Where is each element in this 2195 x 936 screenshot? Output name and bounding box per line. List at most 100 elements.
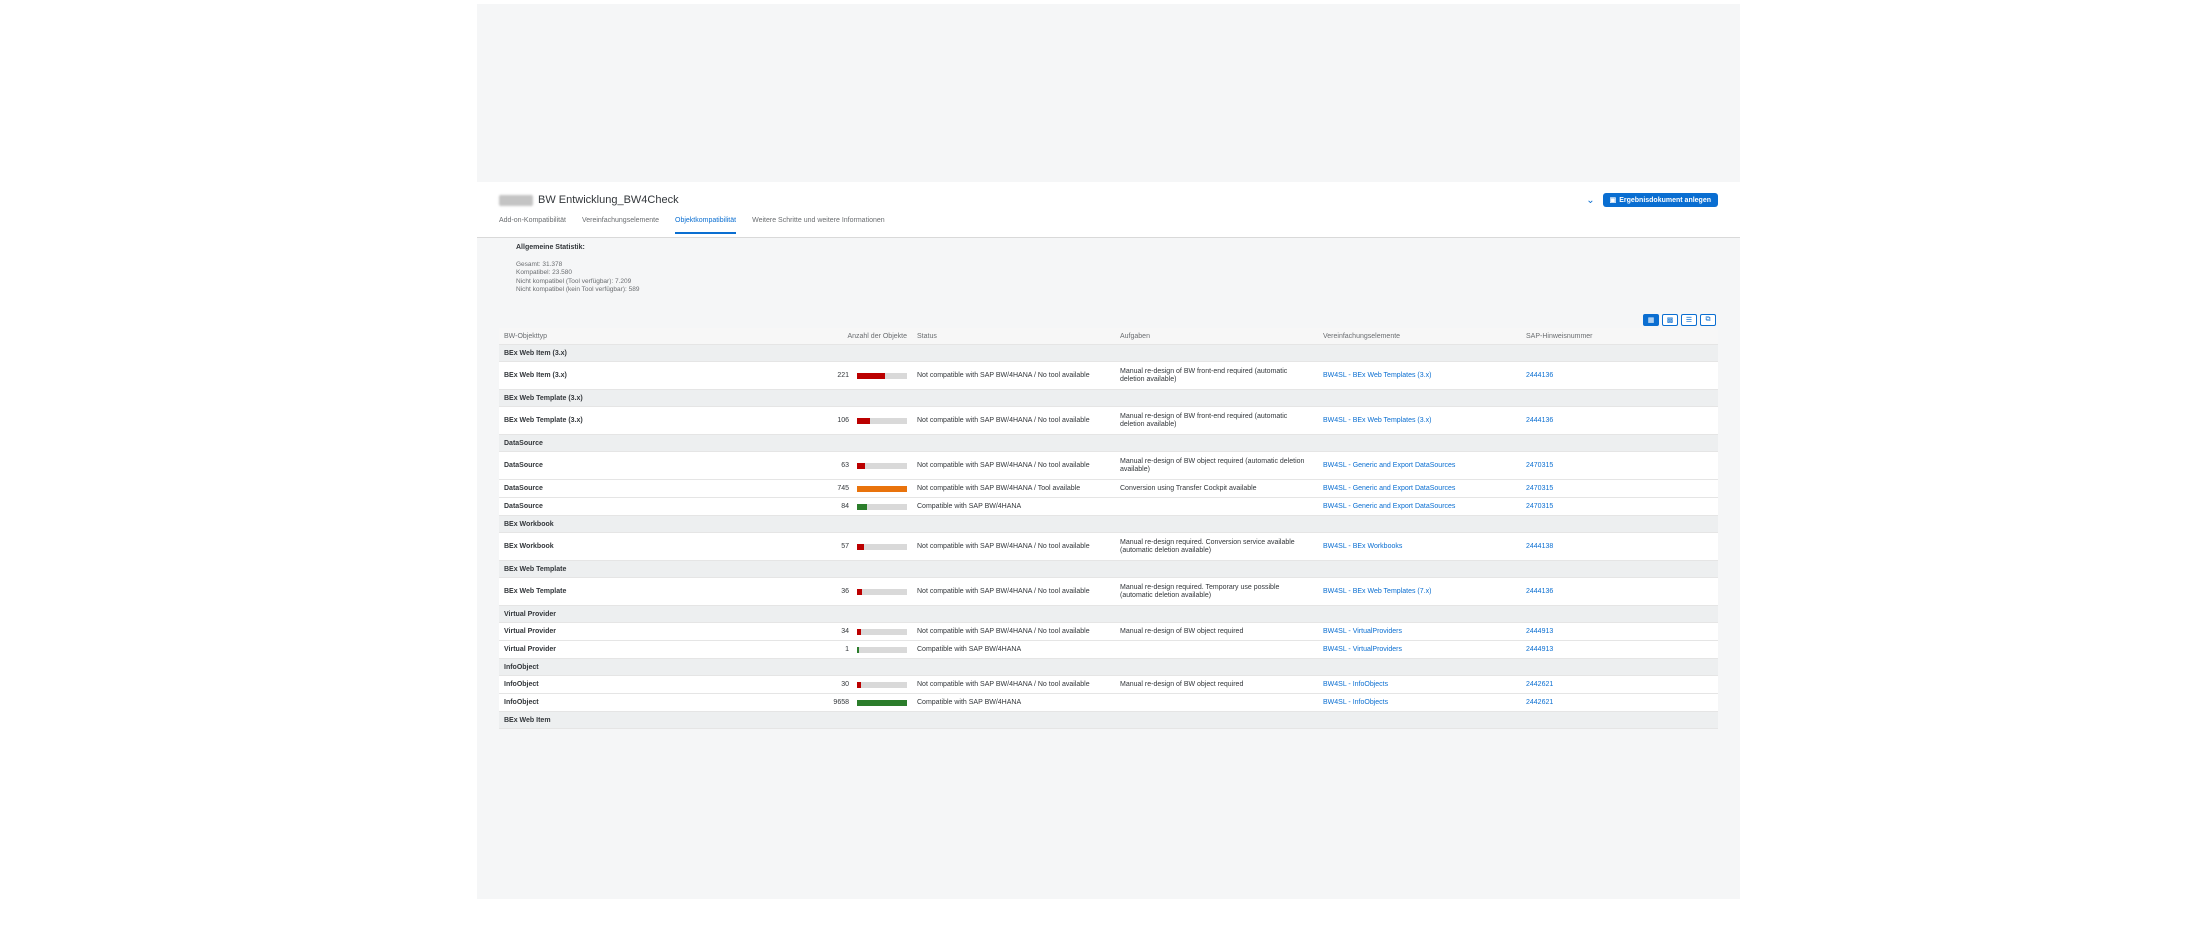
count-bar [857,628,907,635]
table-row[interactable]: DataSource 84 Compatible with SAP BW/4HANA… [499,497,1718,516]
sap-note-cell: 2470315 [1521,479,1718,498]
task-cell: Manual re-design of BW object required [1115,675,1318,694]
simplification-item-cell: BW4SL - Generic and Export DataSources [1318,479,1521,498]
object-count-cell: 1 [739,640,912,659]
group-header-row: DataSource [499,434,1718,452]
table-row[interactable]: BEx Web Template 36 Not compatible with SA… [499,577,1718,606]
status-cell: Not compatible with SAP BW/4HANA / No to… [912,577,1115,606]
tab-1[interactable]: Vereinfachungselemente [582,217,659,232]
count-bar [857,646,907,653]
column-header-sap-note[interactable]: SAP-Hinweisnummer [1521,328,1718,345]
stat-line-incompatible-no-tool: Nicht kompatibel (kein Tool verfügbar): … [516,285,640,293]
table-row[interactable]: Virtual Provider 34 Not compatible with SA… [499,622,1718,641]
sap-note-link[interactable]: 2442621 [1526,681,1553,688]
group-header-label: DataSource [499,434,1718,452]
table-row[interactable]: BEx Web Template (3.x) 106 Not compatible … [499,406,1718,435]
column-header-tasks[interactable]: Aufgaben [1115,328,1318,345]
sap-note-link[interactable]: 2444136 [1526,372,1553,379]
object-page-header: BW Entwicklung_BW4Check ⌄ ▣ Ergebnisdoku… [477,182,1740,238]
count-bar-fill [857,588,862,595]
object-type-cell: BEx Web Template (3.x) [499,406,739,435]
object-type-cell: DataSource [499,451,739,480]
status-cell: Not compatible with SAP BW/4HANA / No to… [912,406,1115,435]
simplification-item-link[interactable]: BW4SL - BEx Workbooks [1323,543,1402,550]
object-count-cell: 745 [739,479,912,498]
object-count-cell: 84 [739,497,912,516]
count-bar [857,417,907,424]
count-wrapper: 63 [744,462,907,469]
count-bar [857,699,907,706]
chart-view-icon[interactable]: ▩ [1662,314,1678,326]
count-bar-fill [857,485,907,492]
simplification-item-link[interactable]: BW4SL - VirtualProviders [1323,646,1402,653]
status-cell: Not compatible with SAP BW/4HANA / No to… [912,622,1115,641]
sap-note-cell: 2442621 [1521,693,1718,712]
simplification-item-cell: BW4SL - BEx Web Templates (3.x) [1318,406,1521,435]
sap-note-cell: 2442621 [1521,675,1718,694]
count-bar [857,485,907,492]
filter-icon[interactable]: ☰ [1681,314,1697,326]
tab-bar: Add-on-Kompatibilität Vereinfachungseleme… [499,217,885,234]
simplification-item-link[interactable]: BW4SL - BEx Web Templates (3.x) [1323,417,1431,424]
simplification-item-link[interactable]: BW4SL - Generic and Export DataSources [1323,462,1455,469]
table-row[interactable]: DataSource 745 Not compatible with SAP BW/… [499,479,1718,498]
simplification-item-link[interactable]: BW4SL - VirtualProviders [1323,628,1402,635]
status-cell: Compatible with SAP BW/4HANA [912,640,1115,659]
tab-2[interactable]: Objektkompatibilität [675,217,737,234]
simplification-item-link[interactable]: BW4SL - BEx Web Templates (7.x) [1323,588,1431,595]
column-header-status[interactable]: Status [912,328,1115,345]
sap-note-link[interactable]: 2444136 [1526,588,1553,595]
sap-note-link[interactable]: 2444136 [1526,417,1553,424]
column-header-object-type[interactable]: BW-Objekttyp [499,328,739,345]
simplification-item-cell: BW4SL - Generic and Export DataSources [1318,497,1521,516]
sap-note-link[interactable]: 2444913 [1526,646,1553,653]
object-type-cell: DataSource [499,497,739,516]
count-wrapper: 106 [744,417,907,424]
count-wrapper: 57 [744,543,907,550]
simplification-item-link[interactable]: BW4SL - InfoObjects [1323,681,1388,688]
export-icon[interactable]: ⧉ [1700,314,1716,326]
table-row[interactable]: InfoObject 9658 Compatible with SAP BW/4HA… [499,693,1718,712]
task-cell: Manual re-design of BW object required (… [1115,451,1318,480]
object-count-value: 57 [841,543,849,550]
column-header-object-count[interactable]: Anzahl der Objekte [739,328,912,345]
task-cell: Conversion using Transfer Cockpit availa… [1115,479,1318,498]
status-cell: Not compatible with SAP BW/4HANA / No to… [912,675,1115,694]
task-cell: Manual re-design of BW front-end require… [1115,406,1318,435]
tab-0[interactable]: Add-on-Kompatibilität [499,217,566,232]
task-cell: Manual re-design of BW object required [1115,622,1318,641]
count-bar-fill [857,417,870,424]
table-view-icon[interactable]: ▦ [1643,314,1659,326]
task-cell [1115,497,1318,516]
table-row[interactable]: BEx Workbook 57 Not compatible with SAP BW… [499,532,1718,561]
group-header-label: BEx Web Item [499,711,1718,729]
sap-note-link[interactable]: 2442621 [1526,699,1553,706]
object-type-cell: DataSource [499,479,739,498]
simplification-item-link[interactable]: BW4SL - BEx Web Templates (3.x) [1323,372,1431,379]
simplification-item-link[interactable]: BW4SL - Generic and Export DataSources [1323,485,1455,492]
sap-note-link[interactable]: 2470315 [1526,503,1553,510]
status-cell: Not compatible with SAP BW/4HANA / No to… [912,451,1115,480]
create-result-document-button[interactable]: ▣ Ergebnisdokument anlegen [1602,193,1718,207]
simplification-item-cell: BW4SL - BEx Web Templates (3.x) [1318,361,1521,390]
chevron-down-icon[interactable]: ⌄ [1586,195,1594,206]
table-row[interactable]: InfoObject 30 Not compatible with SAP BW/4… [499,675,1718,694]
sap-note-link[interactable]: 2470315 [1526,485,1553,492]
task-cell: Manual re-design required. Conversion se… [1115,532,1318,561]
sap-note-cell: 2444138 [1521,532,1718,561]
simplification-item-link[interactable]: BW4SL - InfoObjects [1323,699,1388,706]
sap-note-link[interactable]: 2444913 [1526,628,1553,635]
statistics-section: Allgemeine Statistik: Gesamt: 31.378 Kom… [477,238,1740,314]
table-row[interactable]: Virtual Provider 1 Compatible with SAP BW/… [499,640,1718,659]
status-cell: Not compatible with SAP BW/4HANA / No to… [912,361,1115,390]
tab-3[interactable]: Weitere Schritte und weitere Information… [752,217,885,232]
object-count-value: 36 [841,588,849,595]
table-row[interactable]: DataSource 63 Not compatible with SAP BW/4… [499,451,1718,480]
simplification-item-link[interactable]: BW4SL - Generic and Export DataSources [1323,503,1455,510]
table-row[interactable]: BEx Web Item (3.x) 221 Not compatible with… [499,361,1718,390]
column-header-simplification-items[interactable]: Vereinfachungselemente [1318,328,1521,345]
simplification-item-cell: BW4SL - VirtualProviders [1318,622,1521,641]
count-bar [857,503,907,510]
sap-note-link[interactable]: 2444138 [1526,543,1553,550]
sap-note-link[interactable]: 2470315 [1526,462,1553,469]
